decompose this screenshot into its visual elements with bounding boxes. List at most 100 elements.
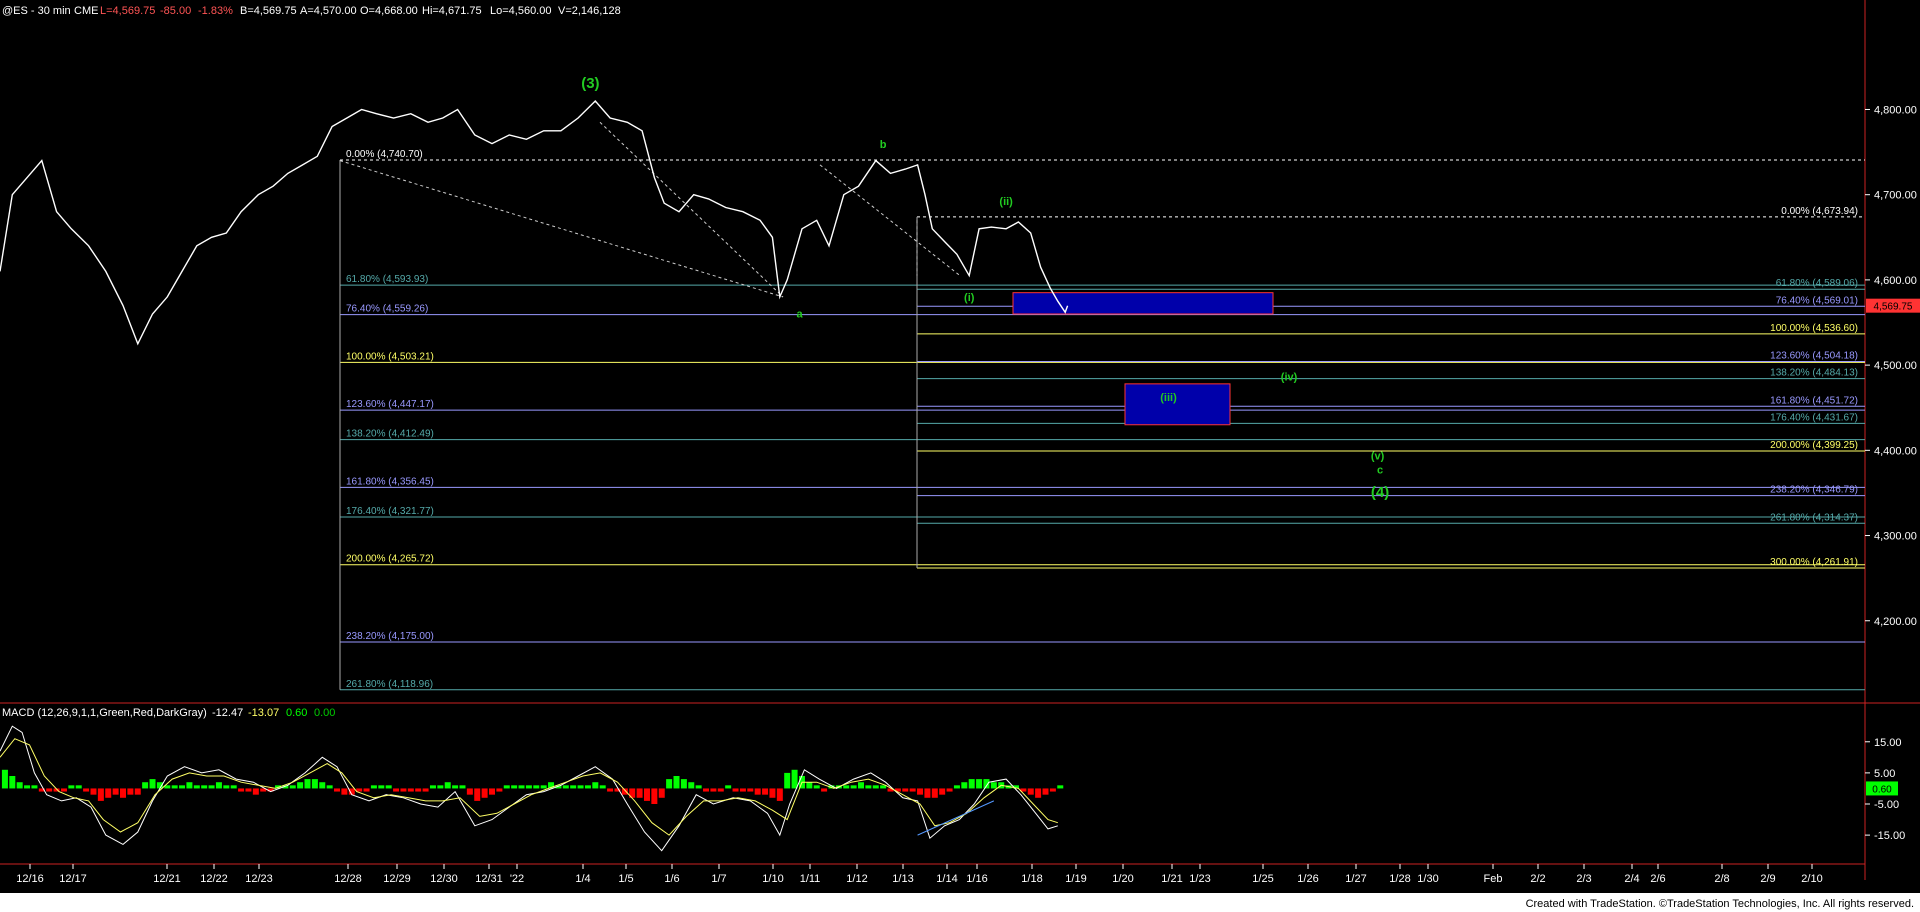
macd-histogram-bar [946,788,953,792]
macd-histogram-bar [703,788,710,792]
macd-histogram-bar [570,785,577,789]
macd-histogram-bar [489,788,495,795]
macd-histogram-bar [688,782,695,789]
macd-histogram-bar [924,788,931,798]
macd-histogram-bar [193,785,200,789]
macd-histogram-bar [429,785,436,789]
macd-histogram-bar [577,785,584,789]
macd-histogram-bar [784,772,791,789]
macd-histogram-bar [909,788,916,792]
price-axis-label: 4,200.00 [1874,616,1917,628]
chart-canvas[interactable]: 0.00% (4,740.70) 61.80% (4,593.93) 76.40% … [0,0,1920,912]
price-axis-label: 4,700.00 [1874,190,1917,202]
macd-histogram-bar [9,776,16,789]
macd-histogram-bar [540,785,547,789]
macd-histogram-bar [75,785,82,789]
macd-histogram-bar [621,788,628,795]
target-zone-box [1124,383,1231,426]
macd-histogram-bar [370,785,377,789]
macd-histogram-bar [518,785,525,789]
macd-histogram-bar [680,779,687,789]
macd-histogram-bar [976,779,983,789]
macd-histogram-bar [666,779,673,789]
macd-histogram-bar [968,779,975,789]
macd-histogram-bar [186,782,193,789]
macd-histogram-bar [208,785,215,789]
macd-histogram-bar [481,788,488,798]
macd-histogram-bar [201,785,208,789]
macd-histogram-bar [599,785,606,789]
low-readout: Lo=4,560.00 [490,5,551,17]
macd-histogram-bar [60,788,67,792]
macd-axis-label: 15.00 [1874,737,1902,749]
macd-value-2: -13.07 [248,707,279,719]
bid-readout: B=4,569.75 [240,5,297,17]
time-axis-label: 1/16 [966,873,987,885]
macd-histogram-bar [651,788,658,804]
time-axis-label: 1/6 [664,873,679,885]
macd-histogram-bar [97,788,104,801]
macd-histogram-bar [230,785,237,789]
macd-histogram-bar [1035,788,1042,798]
macd-histogram-bar [850,785,857,789]
macd-histogram-bar [437,785,444,789]
macd-histogram-bar [1,769,8,789]
time-axis-label: 12/16 [16,873,44,885]
last-price-readout: L=4,569.75 [100,5,155,17]
macd-axis-label: -15.00 [1874,830,1905,842]
macd-histogram-bar [496,788,503,792]
macd-histogram-bar [865,785,872,789]
time-axis-label: 1/10 [762,873,783,885]
macd-value-1: -12.47 [212,707,243,719]
macd-histogram-bar [422,788,429,792]
price-axis-label: 4,500.00 [1874,360,1917,372]
time-axis-label: '22 [510,873,524,885]
fib-level-label: 61.80% (4,593.93) [346,274,428,285]
macd-histogram-bar [1027,788,1034,795]
macd-histogram-bar [813,785,820,789]
macd-histogram-bar [533,785,540,789]
macd-histogram-bar [717,788,724,792]
macd-histogram-bar [238,788,245,792]
price-axis-label: 4,400.00 [1874,445,1917,457]
price-axis-label: 4,300.00 [1874,531,1917,543]
time-axis-label: Feb [1484,873,1503,885]
macd-histogram-bar [673,776,680,789]
macd-histogram-bar [732,788,739,792]
macd-histogram-bar [297,782,304,789]
time-axis-label: 1/18 [1021,873,1042,885]
time-axis-label: 1/27 [1345,873,1366,885]
macd-histogram-bar [843,785,850,789]
price-axis-label: 4,600.00 [1874,275,1917,287]
time-axis-label: 12/23 [245,873,273,885]
time-axis-label: 12/28 [334,873,362,885]
macd-histogram-bar [695,785,702,789]
macd-histogram-bar [289,785,296,789]
macd-histogram-bar [511,785,518,789]
time-axis-label: 12/29 [383,873,411,885]
target-zone-box [1012,292,1274,315]
macd-histogram-bar [120,788,126,798]
time-axis-label: 2/3 [1576,873,1591,885]
macd-histogram-bar [378,785,385,789]
time-axis-label: 12/31 [475,873,503,885]
macd-histogram-bar [939,788,946,795]
fib-level-label: 100.00% (4,536.60) [1770,323,1858,334]
time-axis-label: 12/21 [153,873,181,885]
macd-histogram-bar [872,785,879,789]
fib-level-label: 200.00% (4,265.72) [346,554,434,565]
wave-label: (3) [581,75,599,92]
fib-level-label: 0.00% (4,740.70) [346,149,423,160]
macd-histogram-bar [902,788,909,792]
macd-histogram-bar [739,788,746,792]
macd-histogram-bar [747,788,754,792]
macd-histogram-bar [710,788,717,792]
macd-histogram-bar [400,788,407,792]
change-readout: -85.00 [160,5,191,17]
macd-histogram-bar [90,788,97,795]
macd-histogram-bar [311,779,318,789]
macd-histogram-bar [459,785,466,789]
fib-level-label: 238.20% (4,175.00) [346,631,434,642]
macd-histogram-bar [880,785,887,789]
macd-histogram-bar [415,788,422,792]
